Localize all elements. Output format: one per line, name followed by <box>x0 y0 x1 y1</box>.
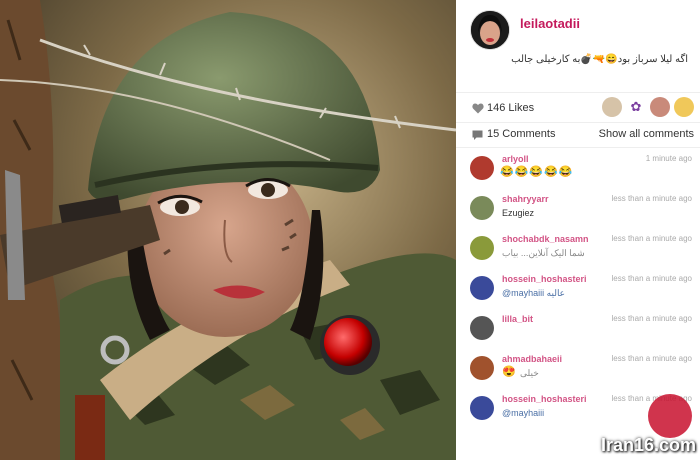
post-photo[interactable] <box>0 0 456 460</box>
comments-header: 15 Comments Show all comments <box>456 122 700 148</box>
comment-text: خیلی <box>520 368 539 378</box>
avatar[interactable] <box>470 316 494 340</box>
avatar[interactable] <box>470 276 494 300</box>
list-item: shahryyarr less than a minute ago Ezugie… <box>456 188 700 228</box>
post-username[interactable]: leilaotadii <box>520 16 580 31</box>
liker-avatar[interactable] <box>602 97 622 117</box>
comment-time: less than a minute ago <box>611 314 693 323</box>
comment-text: @mayhaiii عالیه <box>502 288 566 298</box>
comment-time: 1 minute ago <box>645 154 692 163</box>
list-item: arlyoll 1 minute ago 😂😂😂😂😂 <box>456 148 700 188</box>
avatar[interactable] <box>470 356 494 380</box>
avatar[interactable] <box>470 196 494 220</box>
avatar-image <box>471 11 509 49</box>
comment-username[interactable]: shochabdk_nasamn <box>502 234 589 244</box>
soldier-photo <box>0 0 456 460</box>
avatar[interactable] <box>470 236 494 260</box>
comment-username[interactable]: arlyoll <box>502 154 529 164</box>
avatar[interactable] <box>470 396 494 420</box>
comment-time: less than a minute ago <box>611 274 693 283</box>
watermark-text: Iran16.com <box>600 435 696 455</box>
heart-icon[interactable] <box>472 103 484 114</box>
comment-username[interactable]: shahryyarr <box>502 194 549 204</box>
list-item: lilla_bit less than a minute ago <box>456 308 700 348</box>
list-item: shochabdk_nasamn less than a minute ago … <box>456 228 700 268</box>
avatar[interactable] <box>470 156 494 180</box>
comment-time: less than a minute ago <box>611 354 693 363</box>
comment-username[interactable]: hossein_hoshasteri <box>502 274 587 284</box>
comment-emoji: 😍 <box>502 366 517 378</box>
comment-text: Ezugiez <box>502 208 535 218</box>
comment-time: less than a minute ago <box>611 194 693 203</box>
comment-username[interactable]: ahmadbahaeii <box>502 354 562 364</box>
comment-text: شما الیک آنلاین... بیاب <box>502 248 585 258</box>
liker-avatar[interactable] <box>674 97 694 117</box>
post-header: leilaotadii <box>456 0 700 52</box>
liker-avatar[interactable]: ✿ <box>626 97 646 117</box>
liker-avatar[interactable] <box>650 97 670 117</box>
list-item: ahmadbahaeii less than a minute ago 😍 خی… <box>456 348 700 388</box>
comment-time: less than a minute ago <box>611 234 693 243</box>
comment-emoji: 😂😂😂😂😂 <box>500 166 574 178</box>
comment-username[interactable]: hossein_hoshasteri <box>502 394 587 404</box>
comment-text: @mayhaiii <box>502 408 545 418</box>
post-caption: اگه لیلا سرباز بود😄🔫💣به کارخیلی جالب <box>511 54 688 65</box>
list-item: hossein_hoshasteri less than a minute ag… <box>456 268 700 308</box>
comment-icon <box>472 130 483 140</box>
watermark-logo <box>648 394 692 438</box>
likes-count[interactable]: 146 Likes <box>487 102 534 114</box>
avatar[interactable] <box>470 10 510 50</box>
comment-username[interactable]: lilla_bit <box>502 314 533 324</box>
post-sidebar: leilaotadii اگه لیلا سرباز بود😄🔫💣به کارخ… <box>456 0 700 460</box>
show-all-comments-link[interactable]: Show all comments <box>599 128 694 140</box>
comments-count: 15 Comments <box>487 128 556 140</box>
likes-row: 146 Likes ✿ <box>456 92 700 123</box>
